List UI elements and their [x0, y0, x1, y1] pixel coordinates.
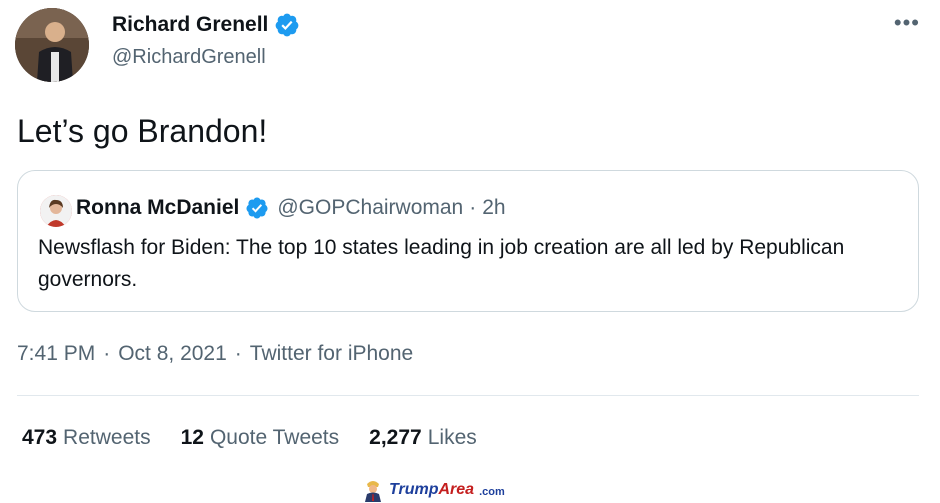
verified-badge-icon	[276, 13, 299, 37]
tweet-date[interactable]: Oct 8, 2021	[118, 342, 227, 366]
quoted-author-name[interactable]: Ronna McDaniel	[76, 196, 239, 220]
watermark-brand-accent: Area	[438, 481, 475, 498]
site-watermark: TrumpArea .com	[361, 478, 505, 502]
quoted-author-handle[interactable]: @GOPChairwoman	[277, 196, 463, 220]
author-avatar[interactable]	[15, 8, 89, 82]
person-avatar-icon	[40, 195, 72, 227]
quoted-timestamp[interactable]: 2h	[482, 196, 505, 220]
trump-figure-icon	[365, 481, 381, 502]
likes-count: 2,277	[369, 426, 422, 449]
watermark-suffix: .com	[479, 485, 505, 498]
quote-tweets-count: 12	[180, 426, 204, 449]
watermark-brand: Trump	[389, 481, 439, 498]
more-options-icon[interactable]: •••	[894, 10, 920, 36]
retweets-count: 473	[22, 426, 58, 449]
retweets-stat[interactable]: 473 Retweets	[22, 426, 151, 450]
separator-dot: ·	[469, 196, 477, 219]
quoted-tweet-text: Newsflash for Biden: The top 10 states l…	[38, 236, 845, 291]
likes-label: Likes	[427, 426, 477, 449]
quote-tweets-stat[interactable]: 12 Quote Tweets	[181, 426, 340, 450]
divider	[17, 395, 919, 396]
engagement-stats: 473 Retweets 12 Quote Tweets 2,277 Likes	[22, 426, 507, 450]
author-name[interactable]: Richard Grenell	[112, 13, 268, 37]
quoted-tweet-card[interactable]: Ronna McDaniel @GOPChairwoman · 2h Newsf…	[17, 170, 919, 312]
verified-badge-icon	[246, 197, 268, 219]
retweets-label: Retweets	[63, 426, 151, 449]
author-handle[interactable]: @RichardGrenell	[112, 46, 266, 69]
tweet-source[interactable]: Twitter for iPhone	[250, 342, 413, 366]
person-avatar-icon	[15, 8, 89, 82]
tweet-metadata: 7:41 PM · Oct 8, 2021 · Twitter for iPho…	[17, 342, 413, 366]
likes-stat[interactable]: 2,277 Likes	[369, 426, 477, 450]
quote-tweets-label: Quote Tweets	[209, 426, 340, 449]
tweet-time[interactable]: 7:41 PM	[17, 342, 95, 366]
separator-dot: ·	[234, 342, 242, 365]
separator-dot: ·	[103, 342, 111, 365]
quoted-author-avatar[interactable]	[40, 195, 72, 227]
tweet-text: Let’s go Brandon!	[17, 113, 268, 149]
